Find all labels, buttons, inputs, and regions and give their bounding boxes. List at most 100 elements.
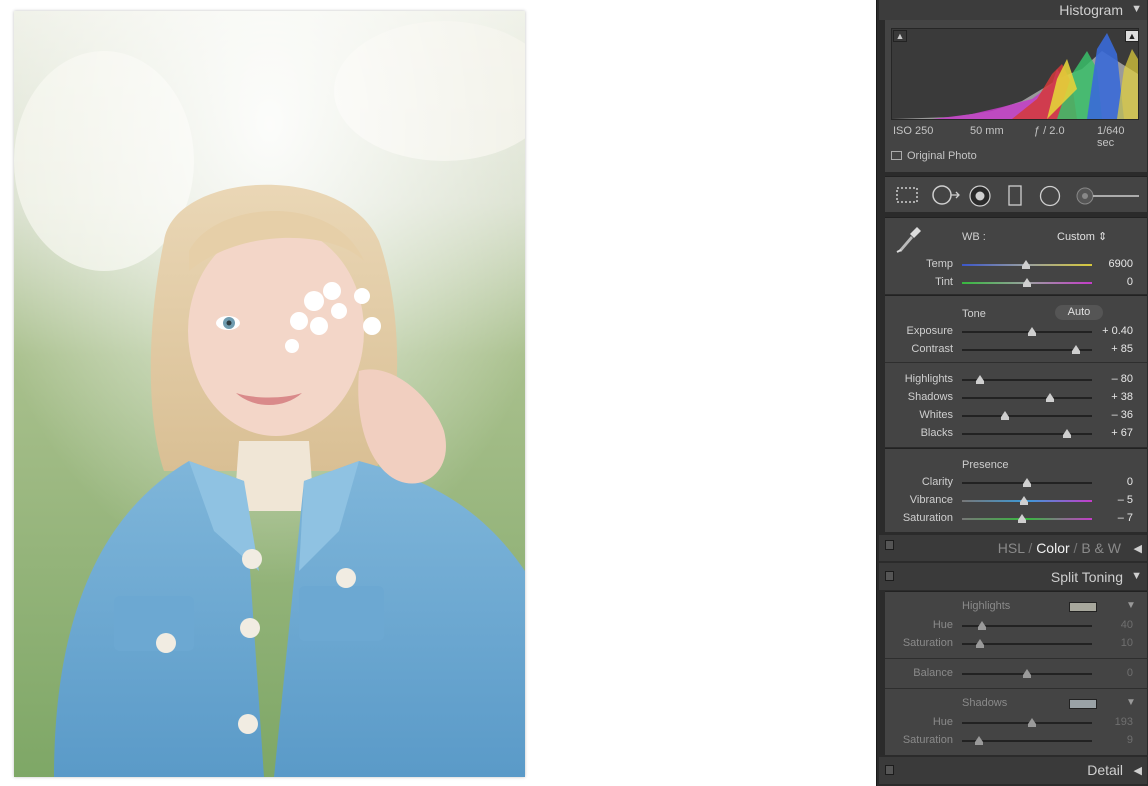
split-toning-section: Highlights ▼ Hue 40 Saturation 10 Balance 0 … bbox=[885, 591, 1147, 755]
slider-label: Clarity bbox=[921, 476, 953, 488]
auto-tone-button[interactable]: Auto bbox=[1055, 305, 1103, 320]
slider-value[interactable]: – 5 bbox=[1118, 494, 1133, 506]
slider-value[interactable]: + 85 bbox=[1111, 343, 1133, 355]
slider-label: Hue bbox=[932, 619, 953, 631]
slider-thumb[interactable] bbox=[1028, 327, 1037, 336]
slider-thumb[interactable] bbox=[976, 375, 985, 384]
slider-value[interactable]: 0 bbox=[1127, 476, 1133, 488]
slider-thumb[interactable] bbox=[1023, 478, 1031, 487]
wb-value: Custom bbox=[1057, 231, 1095, 243]
basic-wb-section: WB : Custom ⇕ Temp 6900 Tint 0 bbox=[885, 217, 1147, 294]
collapse-triangle-icon[interactable]: ▼ bbox=[1131, 3, 1142, 15]
histogram-curve bbox=[892, 33, 1138, 119]
tone-slider-row: Whites – 36 bbox=[885, 407, 1147, 425]
photo-preview[interactable] bbox=[14, 11, 525, 777]
presence-slider-row: Clarity 0 bbox=[885, 474, 1147, 492]
detail-header[interactable]: Detail ◀ bbox=[879, 757, 1147, 784]
tab-hsl[interactable]: HSL bbox=[998, 540, 1025, 556]
split-shadows-slider-row: Hue 193 bbox=[885, 714, 1147, 732]
tab-color[interactable]: Color bbox=[1036, 540, 1069, 556]
slider-label: Temp bbox=[926, 258, 953, 270]
histogram-graph[interactable] bbox=[891, 28, 1139, 120]
slider-value[interactable]: – 36 bbox=[1112, 409, 1133, 421]
slider-value[interactable]: 10 bbox=[1121, 637, 1133, 649]
shadows-color-swatch[interactable] bbox=[1069, 699, 1097, 709]
split-highlights-slider-row: Saturation 10 bbox=[885, 635, 1147, 653]
checkbox-icon[interactable] bbox=[891, 151, 902, 160]
exif-info: ISO 250 50 mm ƒ / 2.0 1/640 sec bbox=[891, 125, 1141, 149]
presence-label: Presence bbox=[962, 459, 1009, 471]
panel-toggle-icon[interactable] bbox=[885, 540, 894, 550]
slider-thumb[interactable] bbox=[1020, 496, 1029, 505]
slider-thumb[interactable] bbox=[1017, 514, 1026, 523]
tab-bw[interactable]: B & W bbox=[1081, 540, 1121, 556]
slider-thumb[interactable] bbox=[1046, 393, 1055, 402]
split-toning-header[interactable]: Split Toning ▼ bbox=[879, 563, 1147, 590]
hsl-tabs: HSL / Color / B & W bbox=[998, 540, 1121, 556]
slider-track[interactable] bbox=[962, 518, 1092, 520]
slider-label: Saturation bbox=[902, 637, 953, 649]
slider-thumb[interactable] bbox=[974, 736, 983, 745]
shadow-clipping-icon[interactable]: ▲ bbox=[893, 30, 907, 42]
slider-value[interactable]: + 38 bbox=[1111, 391, 1133, 403]
slider-thumb[interactable] bbox=[1028, 718, 1037, 727]
slider-value[interactable]: + 67 bbox=[1111, 427, 1133, 439]
slider-thumb[interactable] bbox=[1063, 429, 1072, 438]
slider-thumb[interactable] bbox=[1021, 260, 1030, 269]
slider-thumb[interactable] bbox=[1072, 345, 1081, 354]
eyedropper-icon[interactable] bbox=[893, 222, 925, 254]
divider bbox=[885, 688, 1147, 689]
slider-track[interactable] bbox=[962, 331, 1092, 333]
slider-value[interactable]: – 7 bbox=[1118, 512, 1133, 524]
slider-value[interactable]: 193 bbox=[1115, 716, 1133, 728]
split-shadows-label: Shadows bbox=[962, 697, 1008, 709]
slider-track[interactable] bbox=[962, 415, 1092, 417]
focal-length: 50 mm bbox=[970, 125, 1004, 137]
dropdown-triangle-icon[interactable]: ▼ bbox=[1126, 600, 1136, 611]
wb-slider-row: Tint 0 bbox=[885, 274, 1147, 292]
red-eye-icon[interactable] bbox=[969, 185, 991, 207]
radial-filter-icon[interactable] bbox=[1039, 185, 1061, 207]
highlights-color-swatch[interactable] bbox=[1069, 602, 1097, 612]
slider-value[interactable]: 0 bbox=[1127, 667, 1133, 679]
slider-thumb[interactable] bbox=[977, 621, 986, 630]
tab-separator: / bbox=[1073, 540, 1078, 556]
slider-track[interactable] bbox=[962, 433, 1092, 435]
presence-slider-row: Saturation – 7 bbox=[885, 510, 1147, 528]
panel-toggle-icon[interactable] bbox=[885, 571, 894, 581]
slider-label: Balance bbox=[913, 667, 953, 679]
slider-track[interactable] bbox=[962, 722, 1092, 724]
histogram-header[interactable]: Histogram ▼ bbox=[879, 0, 1147, 20]
slider-value[interactable]: + 0.40 bbox=[1102, 325, 1133, 337]
original-photo-toggle[interactable]: Original Photo bbox=[891, 150, 977, 162]
slider-thumb[interactable] bbox=[1023, 278, 1031, 287]
slider-thumb[interactable] bbox=[1023, 669, 1031, 678]
slider-value[interactable]: 6900 bbox=[1109, 258, 1133, 270]
spot-removal-icon[interactable] bbox=[931, 185, 961, 205]
graduated-filter-icon[interactable] bbox=[1007, 185, 1023, 207]
panel-toggle-icon[interactable] bbox=[885, 765, 894, 775]
dropdown-triangle-icon[interactable]: ▼ bbox=[1126, 697, 1136, 708]
slider-label: Tint bbox=[935, 276, 953, 288]
expand-triangle-icon[interactable]: ◀ bbox=[1134, 764, 1142, 777]
slider-value[interactable]: 40 bbox=[1121, 619, 1133, 631]
adjustment-brush-icon[interactable] bbox=[1075, 185, 1141, 207]
slider-thumb[interactable] bbox=[976, 639, 985, 648]
collapse-triangle-icon[interactable]: ▼ bbox=[1131, 570, 1142, 582]
highlight-clipping-icon[interactable]: ▲ bbox=[1125, 30, 1139, 42]
slider-label: Exposure bbox=[906, 325, 953, 337]
slider-label: Saturation bbox=[902, 512, 953, 524]
wb-dropdown[interactable]: Custom ⇕ bbox=[1057, 230, 1107, 243]
expand-triangle-icon[interactable]: ◀ bbox=[1134, 542, 1142, 555]
divider bbox=[885, 362, 1147, 363]
slider-track[interactable] bbox=[962, 397, 1092, 399]
slider-value[interactable]: 0 bbox=[1127, 276, 1133, 288]
slider-value[interactable]: 9 bbox=[1127, 734, 1133, 746]
tone-slider-row: Exposure + 0.40 bbox=[885, 323, 1147, 341]
slider-thumb[interactable] bbox=[1000, 411, 1009, 420]
crop-overlay-icon[interactable] bbox=[895, 185, 919, 205]
split-shadows-slider-row: Saturation 9 bbox=[885, 732, 1147, 750]
slider-value[interactable]: – 80 bbox=[1112, 373, 1133, 385]
hsl-header[interactable]: HSL / Color / B & W ◀ bbox=[879, 535, 1147, 561]
wb-slider-row: Temp 6900 bbox=[885, 256, 1147, 274]
